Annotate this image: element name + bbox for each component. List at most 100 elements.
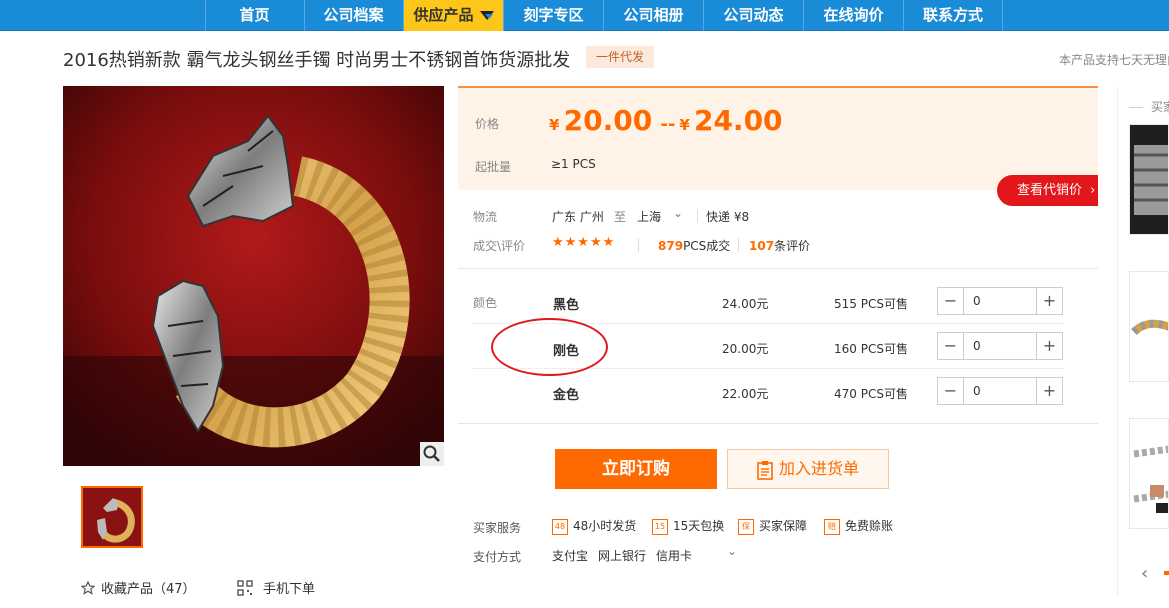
price-range: ¥ 20.00 -- ¥ 24.00 xyxy=(549,104,783,137)
chevron-right-icon: › xyxy=(1090,183,1096,198)
decrease-button[interactable]: − xyxy=(938,378,964,404)
chevron-down-icon[interactable]: ⌄ xyxy=(673,206,683,220)
days-15-icon: 15 xyxy=(652,518,668,535)
moq-label: 起批量 xyxy=(475,160,512,174)
reviews-label: 成交\评价 xyxy=(473,239,526,253)
reviews-count[interactable]: 107条评价 xyxy=(749,237,810,254)
divider xyxy=(638,238,639,252)
deals-count[interactable]: 879PCS成交 xyxy=(658,237,730,254)
quantity-input[interactable]: 0 xyxy=(965,333,1035,359)
recommended-product[interactable] xyxy=(1129,124,1169,235)
variant-price: 22.00元 xyxy=(722,387,769,401)
section-divider xyxy=(458,268,1098,269)
logistics-label: 物流 xyxy=(473,210,498,224)
sidebar-title-text: 买家 xyxy=(1151,100,1169,114)
divider xyxy=(738,238,739,252)
services-label: 买家服务 xyxy=(473,521,522,535)
reviews-suffix: 条评价 xyxy=(774,239,811,253)
recommended-product-image xyxy=(1130,272,1168,381)
nav-contact[interactable]: 联系方式 xyxy=(903,0,1003,31)
ship-from: 广东 广州 xyxy=(552,210,604,224)
price-min: 20.00 xyxy=(563,104,653,137)
variant-stock: 470 PCS可售 xyxy=(834,387,908,401)
shield-icon: 保 xyxy=(738,518,754,535)
reviews-number: 107 xyxy=(749,239,775,253)
divider xyxy=(697,209,698,223)
credit-icon: 赔 xyxy=(824,518,840,535)
quantity-stepper: − 0 + xyxy=(937,287,1063,315)
currency-symbol: ¥ xyxy=(549,116,560,134)
sidebar-title: 买家 xyxy=(1129,98,1169,115)
product-thumbnail[interactable] xyxy=(81,486,143,548)
decrease-button[interactable]: − xyxy=(938,288,964,314)
deals-suffix: PCS成交 xyxy=(683,239,731,253)
price-panel xyxy=(458,86,1098,190)
bracelet-photo xyxy=(63,86,444,466)
agent-price-label: 查看代销价 xyxy=(1017,183,1083,198)
top-nav: 首页 公司档案 供应产品 刻字专区 公司相册 公司动态 在线询价 联系方式 xyxy=(0,0,1169,31)
section-divider xyxy=(458,423,1098,424)
favorite-label: 收藏产品（47） xyxy=(101,582,196,597)
favorite-product[interactable]: 收藏产品（47） xyxy=(80,578,196,597)
increase-button[interactable]: + xyxy=(1036,378,1062,404)
payment-method: 支付宝 xyxy=(552,549,589,563)
star-outline-icon xyxy=(80,580,96,595)
variant-name: 黑色 xyxy=(553,298,580,313)
dropdown-caret-icon xyxy=(479,11,494,20)
service-item: 保买家保障 xyxy=(738,517,807,535)
deals-number: 879 xyxy=(658,239,684,253)
magnifier-icon xyxy=(423,445,440,462)
recommended-product-image xyxy=(1130,419,1168,528)
nav-home[interactable]: 首页 xyxy=(205,0,303,31)
payment-method: 网上银行 xyxy=(598,549,647,563)
nav-inquiry[interactable]: 在线询价 xyxy=(803,0,903,31)
nav-album[interactable]: 公司相册 xyxy=(603,0,703,31)
service-item: 15 15天包换 xyxy=(652,517,724,535)
price-label: 价格 xyxy=(475,117,500,131)
service-text: 15天包换 xyxy=(673,519,725,533)
color-label: 颜色 xyxy=(473,296,498,310)
ship-to-word: 至 xyxy=(614,210,627,224)
ship-to[interactable]: 上海 xyxy=(637,208,661,225)
service-text: 免费赊账 xyxy=(845,519,894,533)
chevron-left-icon[interactable]: ‹ xyxy=(1141,563,1148,584)
nav-company-profile[interactable]: 公司档案 xyxy=(304,0,402,31)
rating-stars: ★★★★★ xyxy=(552,235,616,250)
increase-button[interactable]: + xyxy=(1036,288,1062,314)
mobile-order[interactable]: 手机下单 xyxy=(237,578,315,597)
recommended-product-image xyxy=(1130,125,1168,234)
recommended-product[interactable] xyxy=(1129,418,1169,529)
nav-news[interactable]: 公司动态 xyxy=(703,0,803,31)
service-item: 48 48小时发货 xyxy=(552,517,636,535)
sidebar-divider xyxy=(1117,86,1118,596)
hours-48-icon: 48 xyxy=(552,518,568,535)
chevron-down-icon[interactable]: ⌄ xyxy=(727,544,737,558)
variant-price: 24.00元 xyxy=(722,297,769,311)
nav-engraving[interactable]: 刻字专区 xyxy=(503,0,603,31)
payment-label: 支付方式 xyxy=(473,550,522,564)
quantity-input[interactable]: 0 xyxy=(965,378,1035,404)
quantity-input[interactable]: 0 xyxy=(965,288,1035,314)
increase-button[interactable]: + xyxy=(1036,333,1062,359)
agent-price-button[interactable]: 查看代销价 › xyxy=(997,175,1098,206)
add-to-cart-button[interactable]: 加入进货单 xyxy=(727,449,889,489)
return-promise: 本产品支持七天无理由 xyxy=(1059,53,1169,67)
clipboard-icon xyxy=(757,460,773,480)
shipping-fee: 快递 ¥8 xyxy=(706,210,750,224)
recommended-product[interactable] xyxy=(1129,271,1169,382)
quantity-stepper: − 0 + xyxy=(937,377,1063,405)
highlight-annotation xyxy=(491,318,608,376)
mobile-order-label: 手机下单 xyxy=(263,582,316,597)
price-max: 24.00 xyxy=(693,104,783,137)
decrease-button[interactable]: − xyxy=(938,333,964,359)
nav-products-label: 供应产品 xyxy=(413,6,474,24)
product-title: 2016热销新款 霸气龙头钢丝手镯 时尚男士不锈钢首饰货源批发 xyxy=(63,50,571,71)
variant-name: 金色 xyxy=(553,388,580,403)
variant-price: 20.00元 xyxy=(722,342,769,356)
dash-decoration xyxy=(1129,107,1143,108)
quantity-stepper: − 0 + xyxy=(937,332,1063,360)
zoom-button[interactable] xyxy=(420,442,444,466)
nav-products[interactable]: 供应产品 xyxy=(403,0,503,31)
product-main-image[interactable] xyxy=(63,86,444,466)
buy-now-button[interactable]: 立即订购 xyxy=(555,449,717,489)
